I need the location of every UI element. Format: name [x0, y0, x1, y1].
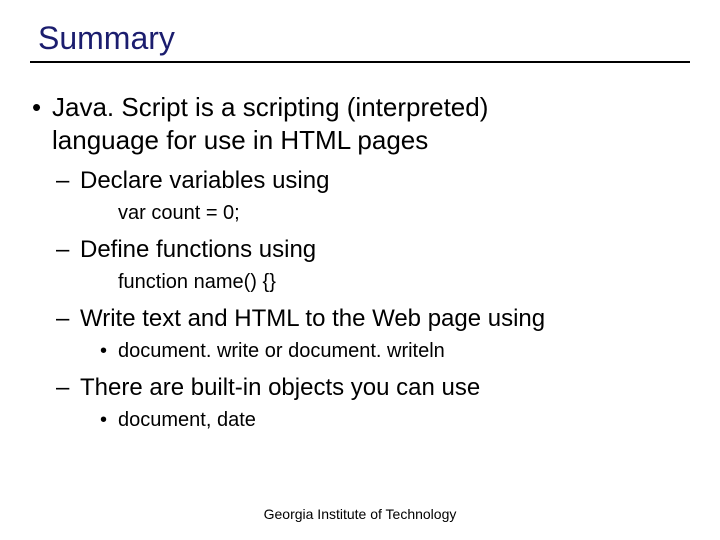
sub-item-label: Declare variables using: [80, 167, 329, 194]
sub-item-declare: – Declare variables using: [80, 166, 690, 196]
slide-title: Summary: [30, 20, 690, 63]
footer-text: Georgia Institute of Technology: [0, 506, 720, 522]
sub-item-write: – Write text and HTML to the Web page us…: [80, 304, 690, 334]
sub-item-label: There are built-in objects you can use: [80, 374, 480, 401]
sub-sub-item: • document, date: [118, 409, 690, 432]
dash-icon: –: [56, 166, 69, 196]
main-bullet: • Java. Script is a scripting (interpret…: [52, 91, 690, 156]
sub-item-label: Define functions using: [80, 236, 316, 263]
dash-icon: –: [56, 304, 69, 334]
sub-sub-label: document. write or document. writeln: [118, 340, 445, 362]
dash-icon: –: [56, 235, 69, 265]
bullet-icon: •: [100, 409, 107, 432]
bullet-icon: •: [32, 91, 41, 124]
sub-item-builtin: – There are built-in objects you can use: [80, 373, 690, 403]
sub-item-define: – Define functions using: [80, 235, 690, 265]
sub-sub-item: • document. write or document. writeln: [118, 340, 690, 363]
code-snippet: function name() {}: [118, 271, 690, 294]
sub-item-label: Write text and HTML to the Web page usin…: [80, 305, 545, 332]
main-bullet-line2: language for use in HTML pages: [52, 124, 690, 157]
main-bullet-line1: Java. Script is a scripting (interpreted…: [52, 92, 488, 122]
sub-sub-label: document, date: [118, 409, 256, 431]
dash-icon: –: [56, 373, 69, 403]
code-snippet: var count = 0;: [118, 202, 690, 225]
bullet-icon: •: [100, 340, 107, 363]
